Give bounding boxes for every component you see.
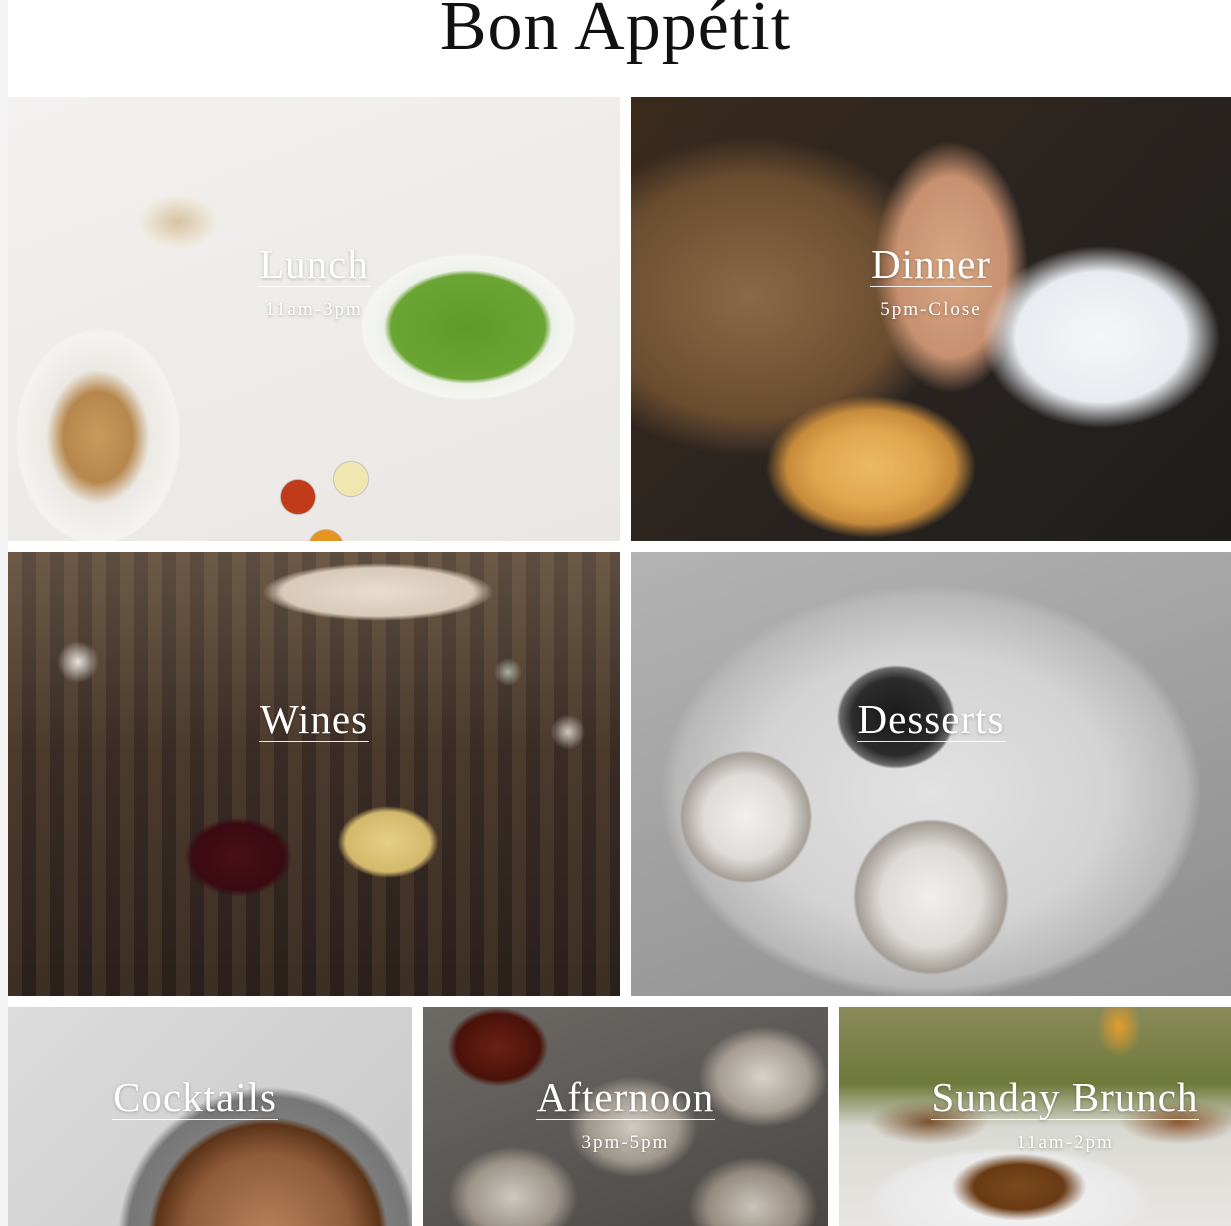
- menu-tile-afternoon[interactable]: Afternoon 3pm-5pm: [423, 1007, 828, 1226]
- desserts-photo: [631, 552, 1231, 996]
- tile-hours-sunday-brunch: 11am-2pm: [1016, 1132, 1114, 1153]
- tile-caption: Dinner 5pm-Close: [631, 242, 1231, 321]
- menu-tile-lunch[interactable]: Lunch 11am-3pm: [8, 97, 620, 541]
- tile-caption: Afternoon 3pm-5pm: [423, 1075, 828, 1154]
- menu-tile-cocktails[interactable]: Cocktails: [8, 1007, 412, 1226]
- tile-link-afternoon[interactable]: Afternoon: [535, 1075, 716, 1120]
- tile-caption: Cocktails: [8, 1075, 382, 1120]
- menu-tile-desserts[interactable]: Desserts: [631, 552, 1231, 996]
- tile-caption: Lunch 11am-3pm: [8, 242, 620, 321]
- page-title: Bon Appétit: [439, 0, 792, 65]
- tile-hours-lunch: 11am-3pm: [265, 299, 363, 320]
- page-gutter: [0, 0, 8, 1226]
- tile-caption: Wines: [8, 697, 620, 742]
- tile-link-cocktails[interactable]: Cocktails: [112, 1075, 278, 1120]
- menu-tile-dinner[interactable]: Dinner 5pm-Close: [631, 97, 1231, 541]
- tile-caption: Sunday Brunch 11am-2pm: [899, 1075, 1231, 1154]
- tile-link-wines[interactable]: Wines: [258, 697, 370, 742]
- tile-hours-dinner: 5pm-Close: [880, 299, 982, 320]
- menu-tile-sunday-brunch[interactable]: Sunday Brunch 11am-2pm: [839, 1007, 1231, 1226]
- wines-photo: [8, 552, 620, 996]
- menu-tile-wines[interactable]: Wines: [8, 552, 620, 996]
- tile-link-lunch[interactable]: Lunch: [258, 242, 370, 287]
- tile-caption: Desserts: [631, 697, 1231, 742]
- tile-link-desserts[interactable]: Desserts: [856, 697, 1006, 742]
- tile-link-sunday-brunch[interactable]: Sunday Brunch: [930, 1075, 1200, 1120]
- tile-hours-afternoon: 3pm-5pm: [581, 1132, 670, 1153]
- tile-link-dinner[interactable]: Dinner: [870, 242, 992, 287]
